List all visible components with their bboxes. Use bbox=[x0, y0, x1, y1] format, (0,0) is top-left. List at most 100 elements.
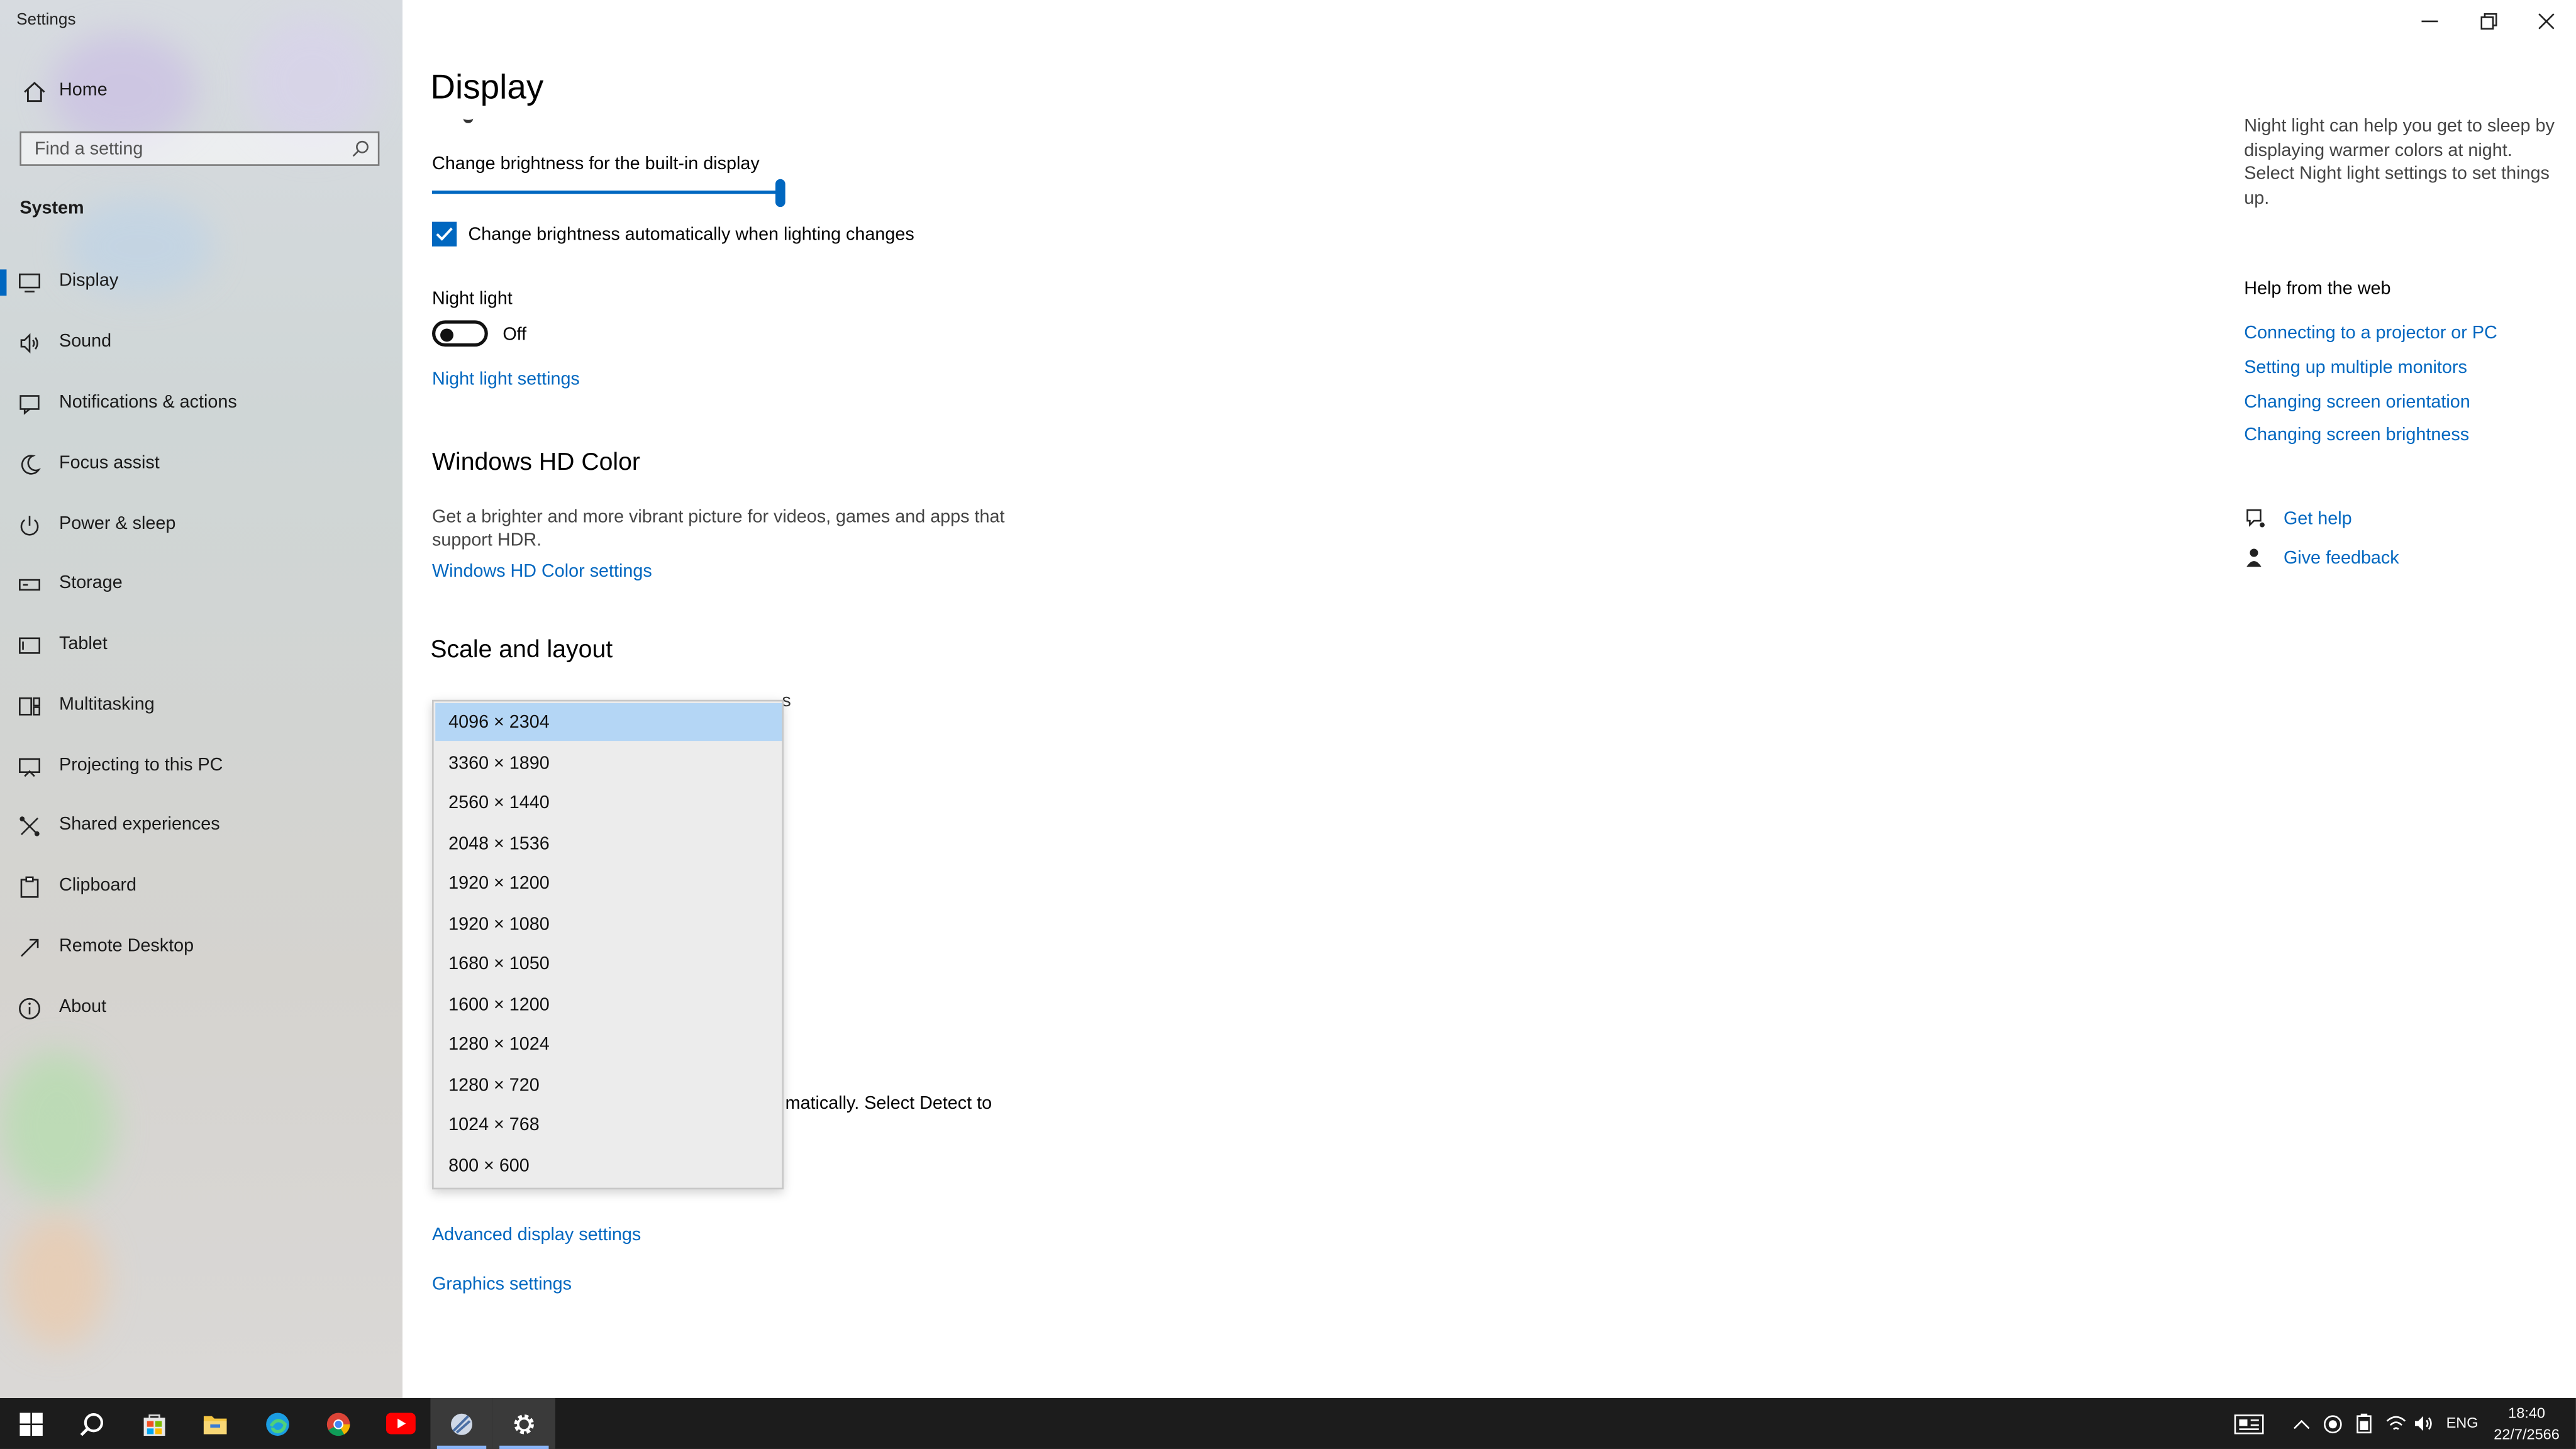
chrome-icon bbox=[326, 1412, 350, 1435]
taskbar-file-explorer[interactable] bbox=[184, 1398, 247, 1449]
start-button[interactable] bbox=[0, 1398, 62, 1449]
night-light-state: Off bbox=[502, 325, 527, 345]
home-nav[interactable]: Home bbox=[0, 74, 402, 110]
resolution-option[interactable]: 1280 × 1024 bbox=[435, 1025, 782, 1063]
night-light-info: Night light can help you get to sleep by… bbox=[2244, 116, 2555, 208]
hd-color-settings-link[interactable]: Windows HD Color settings bbox=[432, 562, 652, 581]
sidebar-item-tablet[interactable]: Tablet bbox=[0, 621, 402, 670]
page-title: Display bbox=[430, 69, 544, 107]
resolution-option[interactable]: 4096 × 2304 bbox=[435, 703, 782, 741]
sidebar-item-multitasking[interactable]: Multitasking bbox=[0, 682, 402, 731]
monitor-icon bbox=[19, 273, 40, 292]
clock-time: 18:40 bbox=[2508, 1404, 2545, 1421]
sidebar-item-display[interactable]: Display bbox=[0, 258, 402, 307]
taskbar-search-button[interactable] bbox=[61, 1398, 123, 1449]
resolution-option[interactable]: 800 × 600 bbox=[435, 1146, 782, 1184]
help-heading: Help from the web bbox=[2244, 279, 2391, 299]
get-help-link[interactable]: Get help bbox=[2284, 509, 2352, 529]
brightness-slider-thumb[interactable] bbox=[775, 179, 786, 208]
tray-network[interactable] bbox=[2384, 1398, 2407, 1449]
sidebar-item-label: Power & sleep bbox=[59, 514, 176, 534]
brightness-slider-track[interactable] bbox=[432, 191, 780, 194]
sidebar-item-about[interactable]: About bbox=[0, 984, 402, 1033]
start-icon bbox=[19, 1412, 43, 1435]
auto-brightness-label: Change brightness automatically when lig… bbox=[468, 225, 914, 245]
resolution-option[interactable]: 2048 × 1536 bbox=[435, 824, 782, 862]
sidebar-item-power-sleep[interactable]: Power & sleep bbox=[0, 501, 402, 550]
language-indicator[interactable]: ENG bbox=[2446, 1414, 2479, 1431]
taskbar-app[interactable] bbox=[430, 1397, 493, 1449]
resolution-option[interactable]: 1600 × 1200 bbox=[435, 985, 782, 1023]
news-icon bbox=[2234, 1413, 2264, 1434]
sidebar-item-label: About bbox=[59, 997, 107, 1017]
toggle-knob bbox=[440, 328, 453, 342]
resolution-option[interactable]: 1680 × 1050 bbox=[435, 945, 782, 982]
close-button[interactable] bbox=[2517, 0, 2576, 43]
tray-news[interactable] bbox=[2231, 1398, 2267, 1449]
sidebar-item-sound[interactable]: Sound bbox=[0, 319, 402, 368]
help-link-orientation[interactable]: Changing screen orientation bbox=[2244, 392, 2470, 412]
restore-icon bbox=[2480, 13, 2497, 30]
night-light-toggle[interactable] bbox=[432, 320, 488, 347]
volume-icon bbox=[2414, 1416, 2431, 1431]
app-title: Settings bbox=[16, 11, 76, 30]
auto-brightness-checkbox[interactable] bbox=[432, 221, 457, 247]
sidebar-item-label: Focus assist bbox=[59, 453, 160, 474]
night-light-label: Night light bbox=[432, 289, 513, 309]
search-box[interactable] bbox=[19, 131, 380, 166]
tray-record[interactable] bbox=[2321, 1398, 2345, 1449]
night-light-settings-link[interactable]: Night light settings bbox=[432, 370, 580, 389]
sidebar-item-remote-desktop[interactable]: Remote Desktop bbox=[0, 923, 402, 972]
sidebar-item-projecting[interactable]: Projecting to this PC bbox=[0, 743, 402, 792]
taskbar-youtube[interactable] bbox=[370, 1398, 432, 1449]
give-feedback-link[interactable]: Give feedback bbox=[2284, 548, 2399, 568]
taskbar-edge[interactable] bbox=[247, 1398, 309, 1449]
resolution-option[interactable]: 3360 × 1890 bbox=[435, 744, 782, 782]
resolution-option[interactable]: 1280 × 720 bbox=[435, 1066, 782, 1104]
scale-layout-heading: Scale and layout bbox=[430, 635, 613, 664]
sidebar-item-label: Display bbox=[59, 271, 119, 291]
resolution-option[interactable]: 1024 × 768 bbox=[435, 1106, 782, 1143]
resolution-option[interactable]: 1920 × 1080 bbox=[435, 905, 782, 943]
taskbar-store[interactable] bbox=[123, 1398, 186, 1449]
tray-overflow[interactable] bbox=[2290, 1398, 2313, 1449]
sidebar: Home System Display Sound Notifications … bbox=[0, 0, 402, 1398]
sidebar-item-clipboard[interactable]: Clipboard bbox=[0, 862, 402, 911]
clock-date: 22/7/2566 bbox=[2494, 1426, 2560, 1443]
advanced-display-settings-link[interactable]: Advanced display settings bbox=[432, 1226, 641, 1245]
sidebar-item-focus-assist[interactable]: Focus assist bbox=[0, 440, 402, 489]
tray-battery[interactable] bbox=[2353, 1398, 2376, 1449]
taskbar-settings[interactable] bbox=[492, 1397, 555, 1449]
sidebar-item-shared-experiences[interactable]: Shared experiences bbox=[0, 802, 402, 851]
resolution-option[interactable]: 2560 × 1440 bbox=[435, 784, 782, 821]
file-explorer-icon bbox=[203, 1415, 227, 1434]
detect-text-fragment: matically. Select Detect to bbox=[785, 1094, 992, 1114]
store-icon bbox=[143, 1413, 165, 1435]
sidebar-item-label: Clipboard bbox=[59, 875, 137, 896]
resolution-option[interactable]: 1920 × 1200 bbox=[435, 864, 782, 902]
help-link-multiple-monitors[interactable]: Setting up multiple monitors bbox=[2244, 358, 2467, 377]
taskbar-chrome[interactable] bbox=[307, 1398, 369, 1449]
resolution-dropdown-list[interactable]: 4096 × 2304 3360 × 1890 2560 × 1440 2048… bbox=[432, 699, 784, 1190]
tray-volume[interactable] bbox=[2412, 1398, 2435, 1449]
clock[interactable]: 18:40 22/7/2566 bbox=[2484, 1403, 2570, 1446]
minimize-button[interactable] bbox=[2400, 0, 2459, 43]
power-icon bbox=[20, 516, 39, 536]
projecting-icon bbox=[19, 758, 40, 777]
search-input[interactable] bbox=[34, 138, 331, 160]
restore-button[interactable] bbox=[2459, 0, 2518, 43]
youtube-icon bbox=[386, 1413, 416, 1435]
home-icon bbox=[24, 81, 45, 103]
sidebar-item-notifications[interactable]: Notifications & actions bbox=[0, 379, 402, 428]
sidebar-item-storage[interactable]: Storage bbox=[0, 560, 402, 609]
brightness-label: Change brightness for the built-in displ… bbox=[432, 154, 760, 174]
edge-icon bbox=[266, 1412, 289, 1435]
active-indicator bbox=[0, 269, 7, 296]
help-link-projector[interactable]: Connecting to a projector or PC bbox=[2244, 324, 2497, 343]
graphics-settings-link[interactable]: Graphics settings bbox=[432, 1275, 572, 1294]
help-link-brightness[interactable]: Changing screen brightness bbox=[2244, 426, 2469, 445]
minimize-icon bbox=[2421, 20, 2438, 23]
moon-icon bbox=[21, 455, 41, 475]
get-help-icon bbox=[2246, 509, 2265, 528]
close-icon bbox=[2538, 13, 2555, 30]
